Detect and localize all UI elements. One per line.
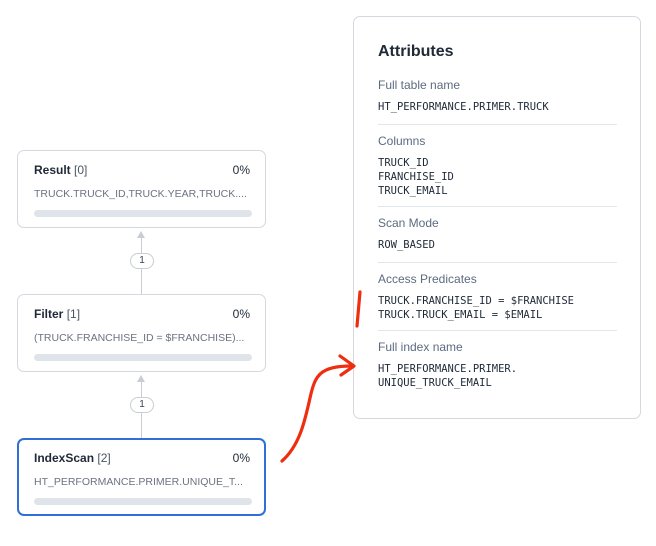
annotation-arrow [280, 364, 354, 463]
annotation-mark [355, 290, 362, 328]
annotation-layer [280, 290, 362, 463]
